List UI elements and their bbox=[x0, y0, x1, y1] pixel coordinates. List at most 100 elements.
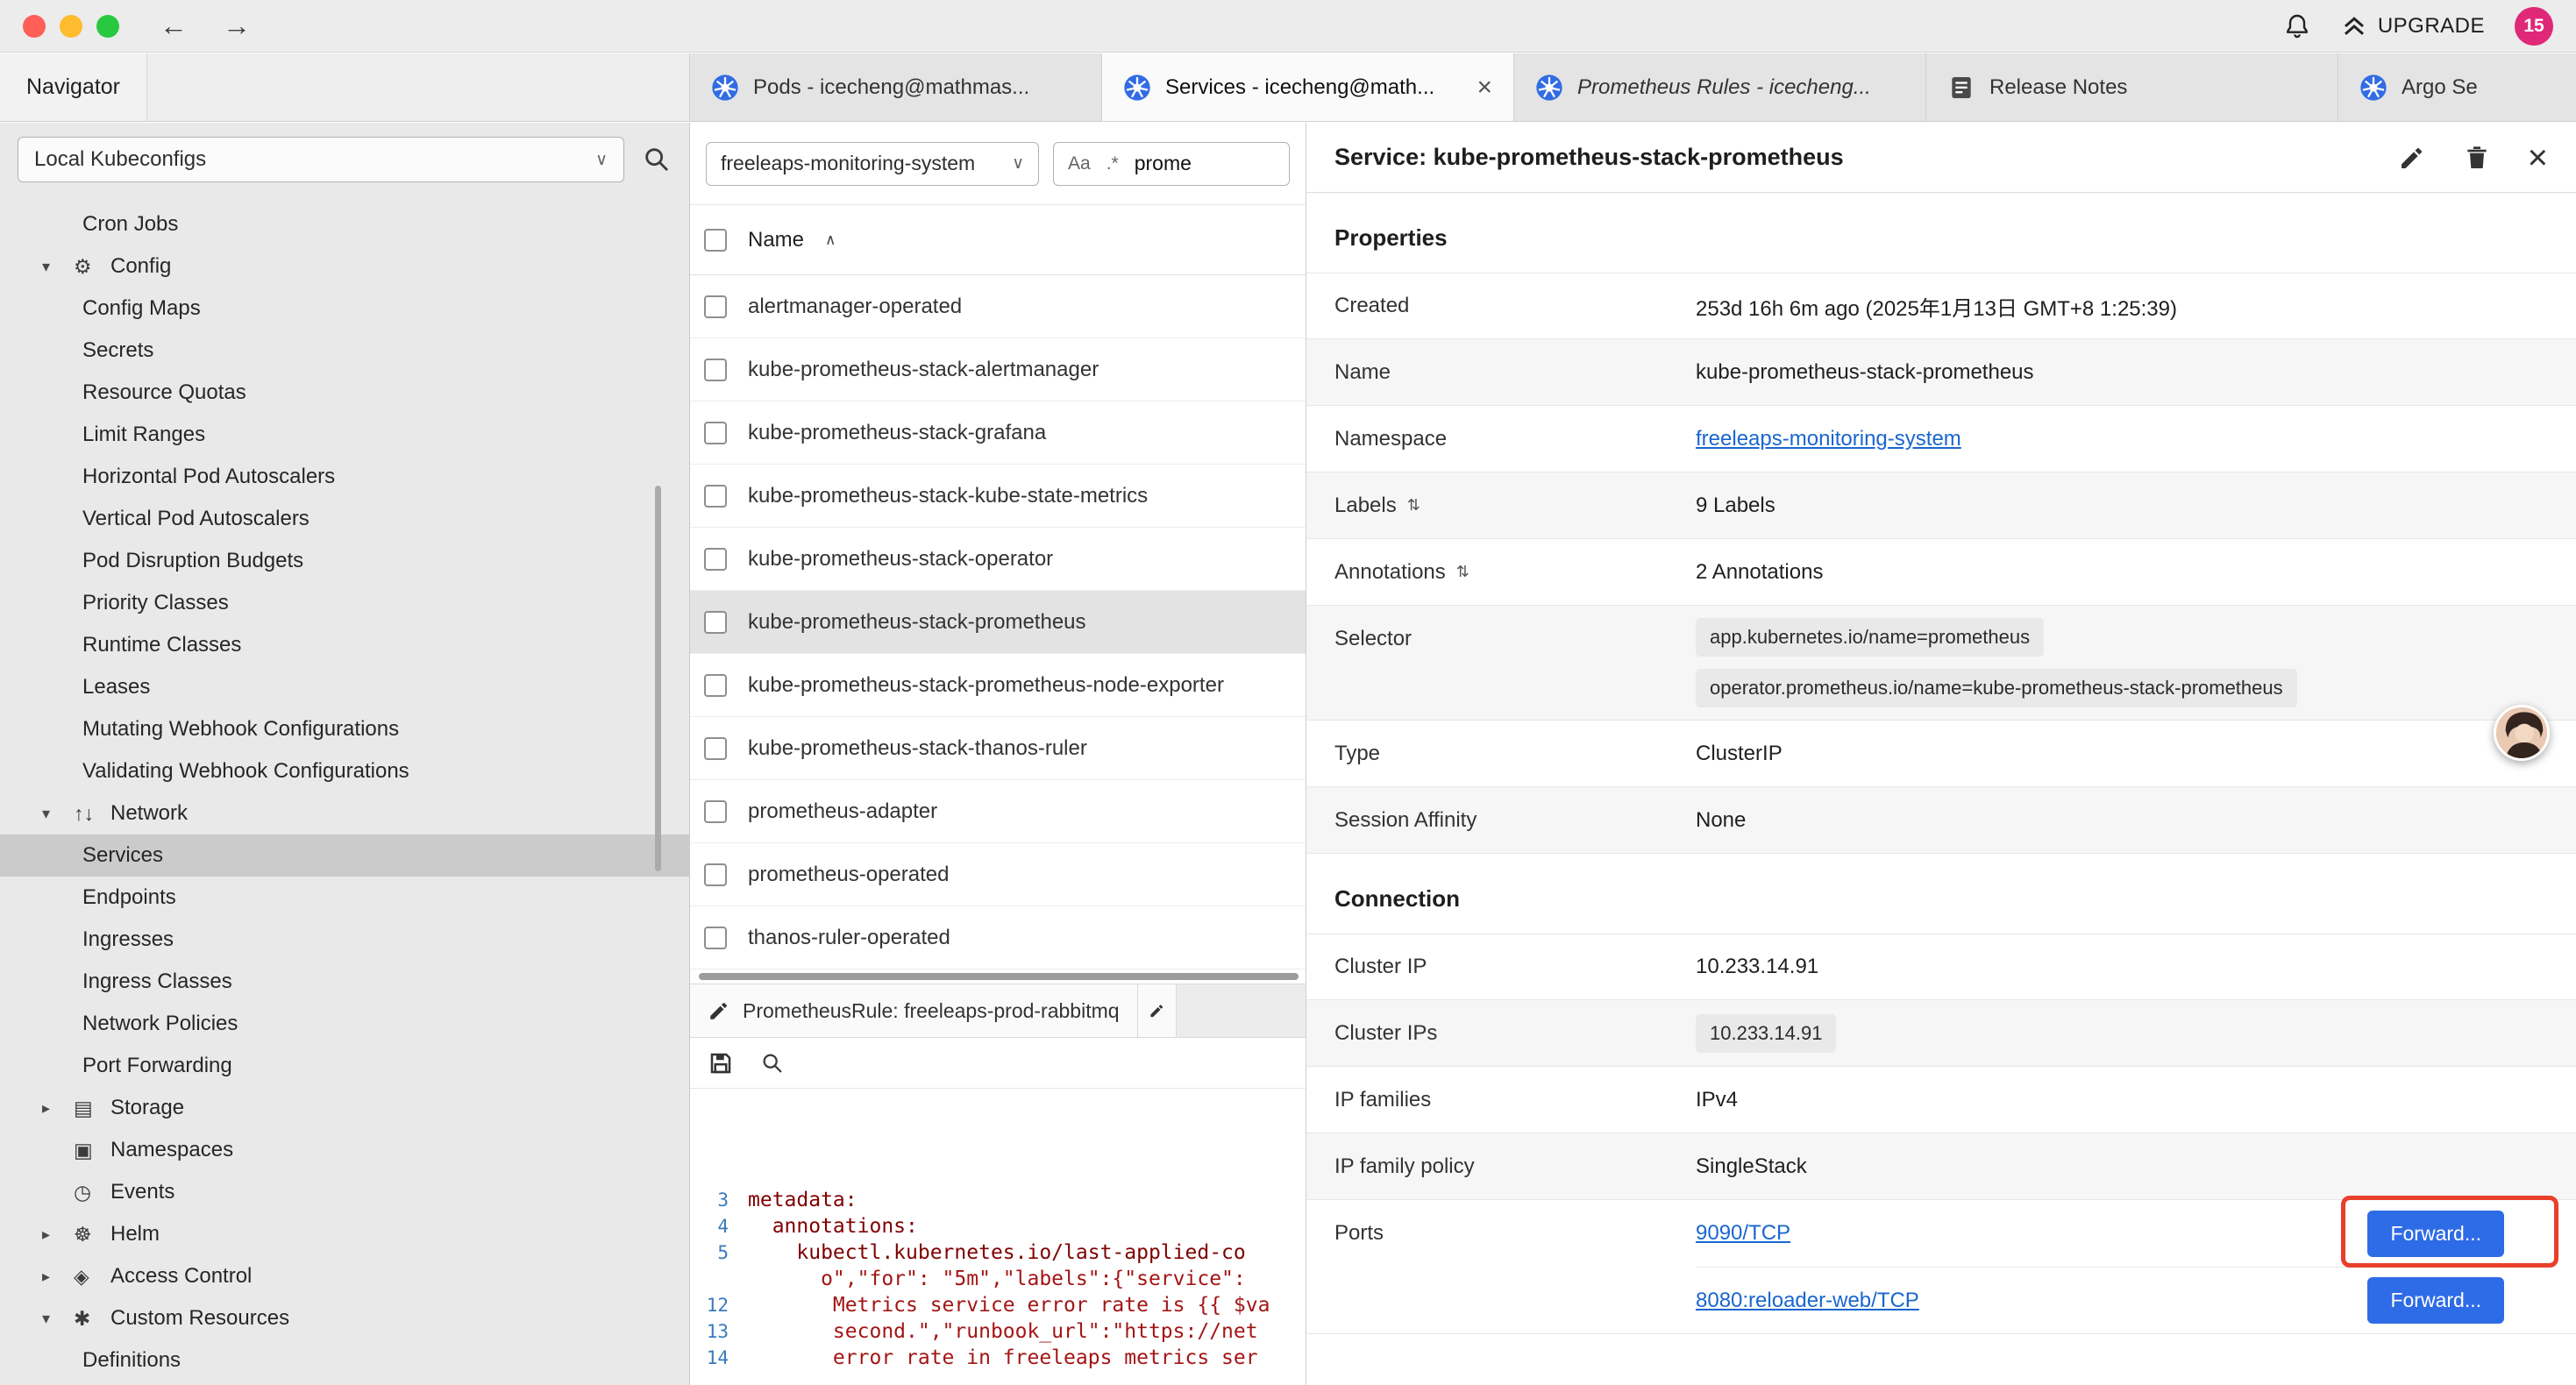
navigator-tree-item[interactable]: Services bbox=[0, 835, 689, 877]
services-search-input[interactable]: Aa .* prome bbox=[1053, 142, 1290, 186]
navigator-tree-item[interactable]: ▾ ↑↓ Network bbox=[0, 792, 689, 835]
horizontal-scrollbar[interactable] bbox=[690, 970, 1306, 984]
forward-button[interactable]: Forward... bbox=[2367, 1211, 2504, 1257]
chevron-icon[interactable]: ▾ bbox=[42, 1310, 74, 1328]
labels-value[interactable]: 9 Labels bbox=[1696, 494, 1775, 518]
row-checkbox[interactable] bbox=[704, 422, 727, 444]
row-checkbox[interactable] bbox=[704, 674, 727, 697]
navigator-tree-item[interactable]: Priority Classes bbox=[0, 582, 689, 624]
close-window-button[interactable] bbox=[23, 15, 46, 38]
navigator-tree-item[interactable]: Ingresses bbox=[0, 919, 689, 961]
navigator-tree-item[interactable]: Limit Ranges bbox=[0, 414, 689, 456]
tab-services[interactable]: Services - icecheng@math... × bbox=[1102, 53, 1514, 121]
navigator-tree-item[interactable]: Runtime Classes bbox=[0, 624, 689, 666]
expand-collapse-icon[interactable]: ⇅ bbox=[1456, 563, 1469, 581]
service-row[interactable]: prometheus-operated bbox=[690, 843, 1306, 906]
service-row[interactable]: kube-prometheus-stack-kube-state-metrics bbox=[690, 465, 1306, 528]
row-checkbox[interactable] bbox=[704, 359, 727, 381]
chevron-icon[interactable]: ▾ bbox=[42, 805, 74, 823]
row-checkbox[interactable] bbox=[704, 548, 727, 571]
select-all-checkbox[interactable] bbox=[704, 229, 727, 252]
close-drawer-icon[interactable]: × bbox=[2528, 140, 2548, 175]
service-row[interactable]: kube-prometheus-stack-prometheus bbox=[690, 591, 1306, 654]
navigator-tree-item[interactable]: Pod Disruption Budgets bbox=[0, 540, 689, 582]
navigator-tree-item[interactable]: ▣ Namespaces bbox=[0, 1129, 689, 1171]
forward-button[interactable]: Forward... bbox=[2367, 1277, 2504, 1324]
navigator-tree-item[interactable]: Mutating Webhook Configurations bbox=[0, 708, 689, 750]
match-case-toggle[interactable]: Aa bbox=[1068, 153, 1091, 174]
service-row[interactable]: kube-prometheus-stack-thanos-ruler bbox=[690, 717, 1306, 780]
chevron-icon[interactable]: ▸ bbox=[42, 1268, 74, 1286]
service-row[interactable]: kube-prometheus-stack-prometheus-node-ex… bbox=[690, 654, 1306, 717]
tab-argo[interactable]: Argo Se bbox=[2338, 53, 2576, 121]
editor-tab-next[interactable] bbox=[1138, 984, 1177, 1037]
regex-toggle[interactable]: .* bbox=[1107, 153, 1119, 174]
navigator-tree-item[interactable]: Port Forwarding bbox=[0, 1045, 689, 1087]
navigator-tree-item[interactable]: Validating Webhook Configurations bbox=[0, 750, 689, 792]
service-row[interactable]: thanos-ruler-operated bbox=[690, 906, 1306, 970]
navigator-tree-item[interactable]: ▸ ☸ Helm bbox=[0, 1213, 689, 1255]
navigator-tree-item[interactable]: ◷ Events bbox=[0, 1171, 689, 1213]
save-icon[interactable] bbox=[708, 1050, 734, 1076]
navigator-panel-tab[interactable]: Navigator bbox=[0, 53, 147, 121]
forward-arrow-icon[interactable]: → bbox=[223, 10, 251, 42]
row-checkbox[interactable] bbox=[704, 611, 727, 634]
namespace-link[interactable]: freeleaps-monitoring-system bbox=[1696, 427, 1961, 451]
navigator-tree-item[interactable]: Secrets bbox=[0, 330, 689, 372]
sort-ascending-icon[interactable]: ∧ bbox=[825, 231, 836, 249]
kubeconfig-selector[interactable]: Local Kubeconfigs ∨ bbox=[18, 137, 624, 182]
service-row[interactable]: prometheus-adapter bbox=[690, 780, 1306, 843]
minimize-window-button[interactable] bbox=[60, 15, 82, 38]
tab-release-notes[interactable]: Release Notes bbox=[1926, 53, 2338, 121]
edit-pencil-icon[interactable] bbox=[2398, 144, 2426, 172]
delete-trash-icon[interactable] bbox=[2463, 144, 2491, 172]
back-arrow-icon[interactable]: ← bbox=[160, 10, 188, 42]
navigator-tree-item[interactable]: ▸ ▤ Storage bbox=[0, 1087, 689, 1129]
navigator-tree-item[interactable]: Network Policies bbox=[0, 1003, 689, 1045]
navigator-tree-item[interactable]: ▾ ⚙ Config bbox=[0, 245, 689, 288]
service-row[interactable]: alertmanager-operated bbox=[690, 275, 1306, 338]
navigator-tree-item[interactable]: Config Maps bbox=[0, 288, 689, 330]
navigator-tree-item[interactable]: ▸ ◈ Access Control bbox=[0, 1255, 689, 1297]
notification-count-badge[interactable]: 15 bbox=[2515, 7, 2553, 46]
horizontal-scrollbar-thumb[interactable] bbox=[699, 973, 1299, 980]
navigator-tree-item[interactable]: Horizontal Pod Autoscalers bbox=[0, 456, 689, 498]
editor-tab-prometheusrule[interactable]: PrometheusRule: freeleaps-prod-rabbitmq bbox=[690, 984, 1138, 1037]
port-link-9090[interactable]: 9090/TCP bbox=[1696, 1221, 1790, 1246]
port-link-8080[interactable]: 8080:reloader-web/TCP bbox=[1696, 1289, 1919, 1313]
chevron-icon[interactable]: ▸ bbox=[42, 1225, 74, 1244]
chevron-icon[interactable]: ▾ bbox=[42, 258, 74, 276]
navigator-search-icon[interactable] bbox=[642, 145, 672, 174]
service-row[interactable]: kube-prometheus-stack-operator bbox=[690, 528, 1306, 591]
tab-prometheus-rules[interactable]: Prometheus Rules - icecheng... bbox=[1514, 53, 1926, 121]
navigator-tree-item[interactable]: Resource Quotas bbox=[0, 372, 689, 414]
navigator-scrollbar-thumb[interactable] bbox=[655, 486, 661, 871]
user-avatar[interactable] bbox=[2494, 705, 2550, 761]
row-checkbox[interactable] bbox=[704, 295, 727, 318]
zoom-window-button[interactable] bbox=[96, 15, 119, 38]
navigator-tree-item[interactable]: Endpoints bbox=[0, 877, 689, 919]
editor-search-icon[interactable] bbox=[760, 1051, 785, 1076]
upgrade-button[interactable]: UPGRADE bbox=[2341, 13, 2485, 39]
annotations-value[interactable]: 2 Annotations bbox=[1696, 560, 1823, 585]
yaml-editor[interactable]: 3 metadata: 4 annotations: 5 kubectl.kub… bbox=[690, 1089, 1306, 1385]
row-checkbox[interactable] bbox=[704, 927, 727, 949]
close-tab-icon[interactable]: × bbox=[1477, 73, 1492, 103]
expand-collapse-icon[interactable]: ⇅ bbox=[1407, 496, 1420, 515]
service-row[interactable]: kube-prometheus-stack-alertmanager bbox=[690, 338, 1306, 401]
tab-pods[interactable]: Pods - icecheng@mathmas... bbox=[690, 53, 1102, 121]
navigator-tree-item[interactable]: ▾ ✱ Custom Resources bbox=[0, 1297, 689, 1339]
chevron-icon[interactable]: ▸ bbox=[42, 1099, 74, 1118]
name-column-header[interactable]: Name bbox=[748, 228, 804, 252]
navigator-tree-item[interactable]: Cron Jobs bbox=[0, 203, 689, 245]
row-checkbox[interactable] bbox=[704, 800, 727, 823]
notifications-bell-icon[interactable] bbox=[2283, 12, 2311, 40]
namespace-selector[interactable]: freeleaps-monitoring-system ∨ bbox=[706, 142, 1039, 186]
service-row[interactable]: kube-prometheus-stack-grafana bbox=[690, 401, 1306, 465]
row-checkbox[interactable] bbox=[704, 863, 727, 886]
navigator-tree-item[interactable]: Vertical Pod Autoscalers bbox=[0, 498, 689, 540]
row-checkbox[interactable] bbox=[704, 485, 727, 508]
navigator-tree-item[interactable]: Leases bbox=[0, 666, 689, 708]
row-checkbox[interactable] bbox=[704, 737, 727, 760]
navigator-tree-item[interactable]: Ingress Classes bbox=[0, 961, 689, 1003]
